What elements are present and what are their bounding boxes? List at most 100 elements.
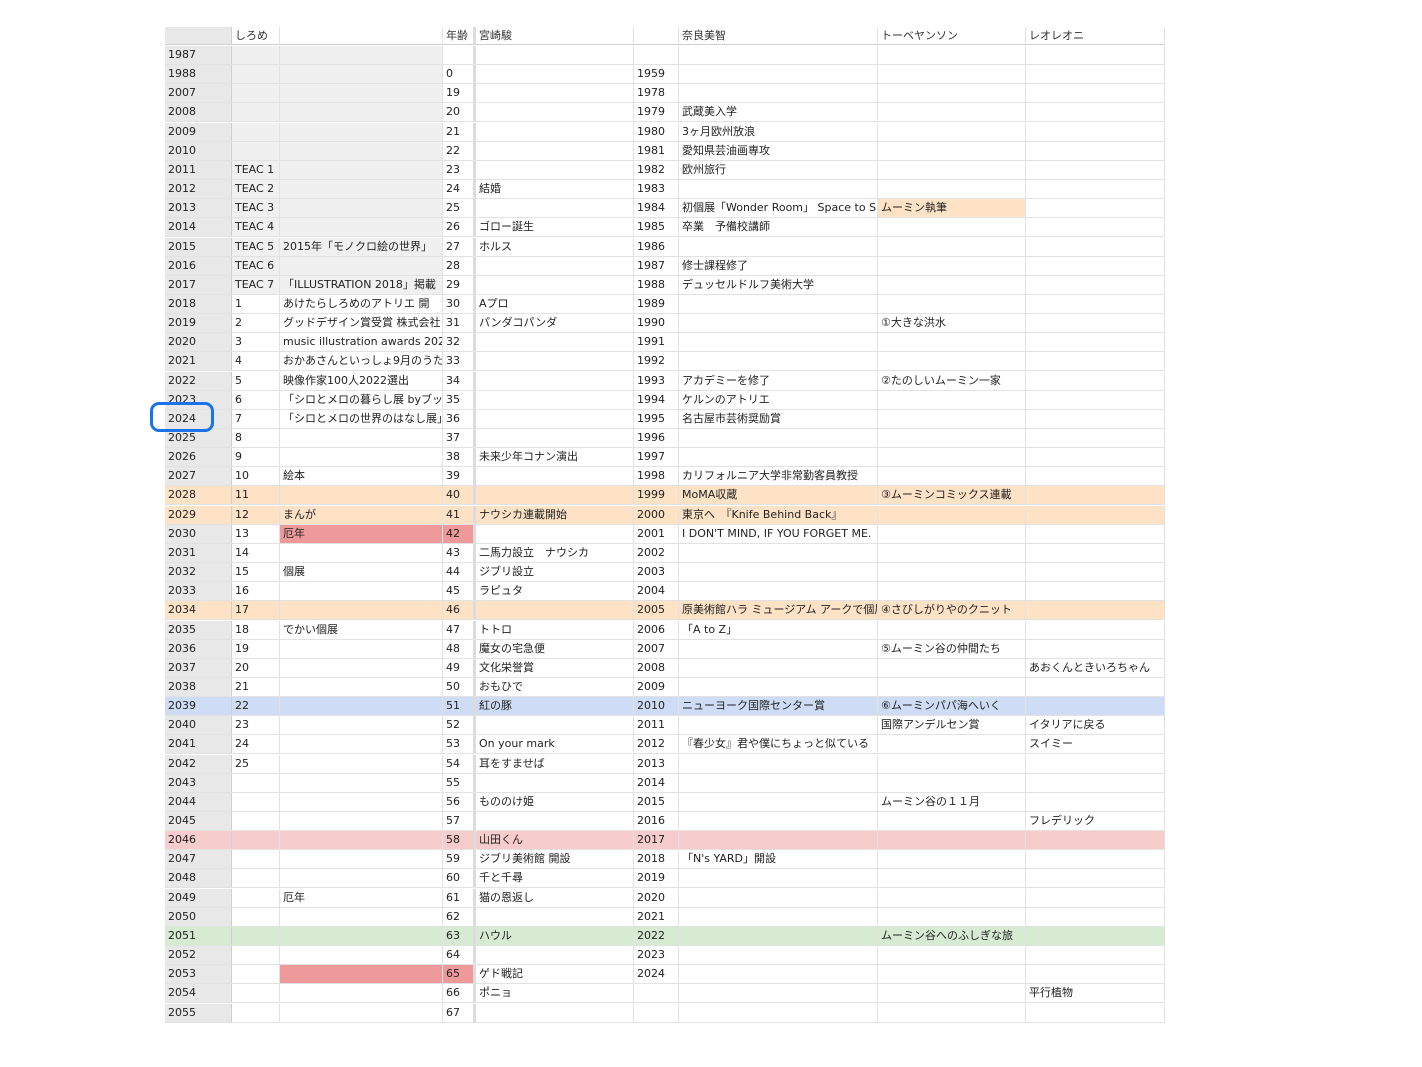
table-cell[interactable] <box>280 46 443 64</box>
table-cell[interactable] <box>280 543 443 562</box>
table-cell[interactable]: 1988 <box>634 275 679 294</box>
table-cell[interactable]: 62 <box>443 907 476 926</box>
row-header-year[interactable]: 1987 <box>165 46 232 64</box>
table-cell[interactable] <box>280 582 443 601</box>
table-cell[interactable] <box>476 524 634 543</box>
table-cell[interactable]: 国際アンデルセン賞 <box>878 716 1026 735</box>
table-cell[interactable]: パンダコパンダ <box>476 314 634 333</box>
table-cell[interactable]: 2015 <box>634 792 679 811</box>
table-cell[interactable] <box>280 199 443 218</box>
header-cell-nara-year[interactable] <box>634 27 679 45</box>
table-cell[interactable]: 2017 <box>634 831 679 850</box>
table-cell[interactable]: I DON'T MIND, IF YOU FORGET ME. <box>679 524 878 543</box>
table-cell[interactable]: 41 <box>443 505 476 524</box>
table-cell[interactable] <box>476 333 634 352</box>
header-cell-age[interactable]: 年齢 <box>443 27 476 45</box>
table-cell[interactable] <box>679 792 878 811</box>
table-cell[interactable]: 14 <box>232 543 280 562</box>
table-cell[interactable] <box>679 984 878 1003</box>
table-cell[interactable]: 50 <box>443 677 476 696</box>
table-cell[interactable] <box>679 294 878 313</box>
table-cell[interactable]: 欧州旅行 <box>679 160 878 179</box>
table-cell[interactable] <box>232 907 280 926</box>
table-cell[interactable]: カリフォルニア大学非常勤客員教授 <box>679 467 878 486</box>
row-header-year[interactable]: 2037 <box>165 658 232 677</box>
table-cell[interactable]: music illustration awards 2020 <box>280 333 443 352</box>
table-cell[interactable]: 1987 <box>634 256 679 275</box>
table-cell[interactable] <box>878 946 1026 965</box>
row-header-year[interactable]: 2014 <box>165 218 232 237</box>
table-cell[interactable] <box>280 965 443 984</box>
table-cell[interactable]: 2001 <box>634 524 679 543</box>
table-cell[interactable]: 24 <box>443 180 476 199</box>
table-cell[interactable]: 千と千尋 <box>476 869 634 888</box>
table-cell[interactable] <box>1026 352 1165 371</box>
table-cell[interactable]: 平行植物 <box>1026 984 1165 1003</box>
table-cell[interactable] <box>476 812 634 830</box>
table-cell[interactable]: 32 <box>443 333 476 352</box>
table-cell[interactable] <box>280 792 443 811</box>
table-cell[interactable] <box>679 965 878 984</box>
table-cell[interactable] <box>878 812 1026 830</box>
row-header-year[interactable]: 2016 <box>165 256 232 275</box>
table-cell[interactable] <box>878 256 1026 275</box>
table-cell[interactable] <box>280 773 443 792</box>
table-cell[interactable] <box>476 141 634 160</box>
table-cell[interactable] <box>679 180 878 199</box>
table-cell[interactable]: TEAC 1 <box>232 160 280 179</box>
table-cell[interactable]: もののけ姫 <box>476 792 634 811</box>
table-cell[interactable]: 2006 <box>634 620 679 639</box>
table-cell[interactable]: 2012 <box>634 735 679 754</box>
table-cell[interactable]: 17 <box>232 601 280 620</box>
table-cell[interactable] <box>878 888 1026 907</box>
table-cell[interactable]: 29 <box>443 275 476 294</box>
table-cell[interactable] <box>232 103 280 122</box>
table-cell[interactable] <box>476 716 634 735</box>
table-cell[interactable]: On your mark <box>476 735 634 754</box>
table-cell[interactable]: ムーミン谷の１１月 <box>878 792 1026 811</box>
table-cell[interactable] <box>878 333 1026 352</box>
table-cell[interactable] <box>878 677 1026 696</box>
table-cell[interactable]: 38 <box>443 448 476 467</box>
table-cell[interactable]: まんが <box>280 505 443 524</box>
header-cell-lionni[interactable]: レオレオニ <box>1026 27 1165 45</box>
row-header-year[interactable]: 2007 <box>165 84 232 103</box>
table-cell[interactable] <box>232 65 280 84</box>
table-cell[interactable]: ④さびしがりやのクニット <box>878 601 1026 620</box>
table-cell[interactable]: 1980 <box>634 122 679 141</box>
table-cell[interactable]: ゲド戦記 <box>476 965 634 984</box>
table-cell[interactable] <box>878 907 1026 926</box>
table-cell[interactable]: 初個展「Wonder Room」 Space to Space <box>679 199 878 218</box>
row-header-year[interactable]: 2042 <box>165 754 232 773</box>
table-cell[interactable] <box>1026 160 1165 179</box>
table-cell[interactable] <box>232 773 280 792</box>
table-cell[interactable]: 51 <box>443 697 476 716</box>
table-cell[interactable]: ニューヨーク国際センター賞 <box>679 697 878 716</box>
table-cell[interactable]: 2015年「モノクロ絵の世界」 <box>280 237 443 256</box>
table-cell[interactable] <box>1026 946 1165 965</box>
table-cell[interactable]: 2023 <box>634 946 679 965</box>
table-cell[interactable]: 57 <box>443 812 476 830</box>
table-cell[interactable] <box>280 812 443 830</box>
table-cell[interactable]: 1986 <box>634 237 679 256</box>
table-cell[interactable] <box>280 1003 443 1022</box>
table-cell[interactable]: おもひで <box>476 677 634 696</box>
table-cell[interactable] <box>679 869 878 888</box>
table-cell[interactable] <box>280 256 443 275</box>
table-cell[interactable] <box>1026 677 1165 696</box>
table-cell[interactable] <box>679 429 878 447</box>
table-cell[interactable]: 59 <box>443 850 476 869</box>
table-cell[interactable] <box>232 869 280 888</box>
table-cell[interactable] <box>476 256 634 275</box>
table-cell[interactable]: 53 <box>443 735 476 754</box>
table-cell[interactable]: 1984 <box>634 199 679 218</box>
table-cell[interactable] <box>679 352 878 371</box>
table-cell[interactable] <box>1026 907 1165 926</box>
table-cell[interactable] <box>232 946 280 965</box>
row-header-year[interactable]: 2039 <box>165 697 232 716</box>
table-cell[interactable]: 修士課程修了 <box>679 256 878 275</box>
table-cell[interactable]: ゴロー誕生 <box>476 218 634 237</box>
table-cell[interactable] <box>476 371 634 390</box>
row-header-year[interactable]: 2051 <box>165 926 232 945</box>
table-cell[interactable]: デュッセルドルフ美術大学 <box>679 275 878 294</box>
